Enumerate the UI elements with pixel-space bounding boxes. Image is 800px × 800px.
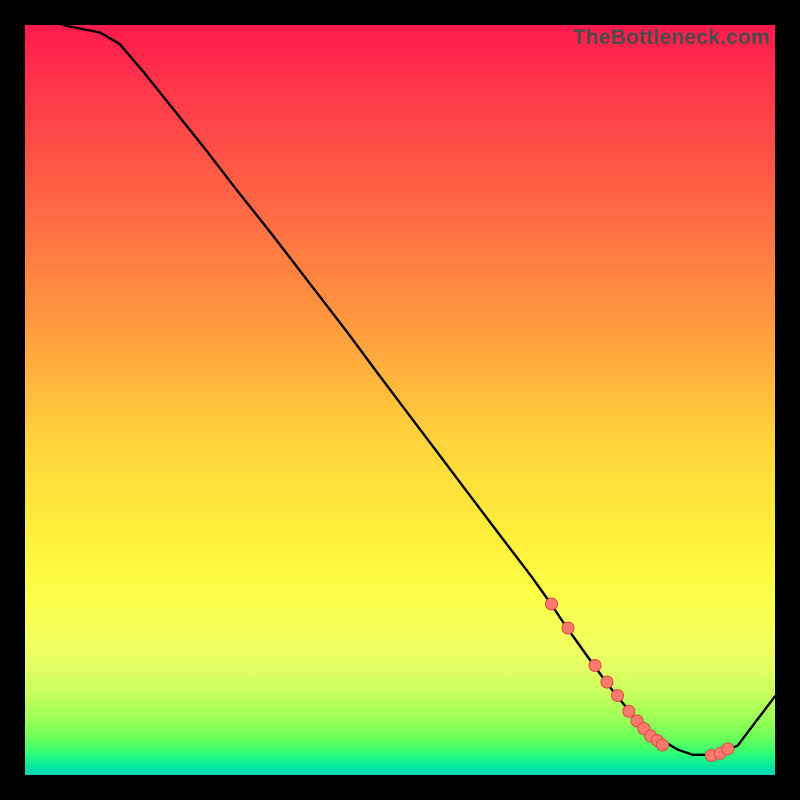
chart-overlay	[0, 0, 800, 800]
curve-marker	[612, 690, 624, 702]
curve-marker	[562, 622, 574, 634]
curve-marker	[722, 743, 734, 755]
curve-marker	[589, 660, 601, 672]
curve-marker	[546, 598, 558, 610]
curve-marker	[657, 739, 669, 751]
curve-marker	[623, 705, 635, 717]
bottleneck-curve	[63, 25, 776, 755]
curve-marker	[601, 676, 613, 688]
